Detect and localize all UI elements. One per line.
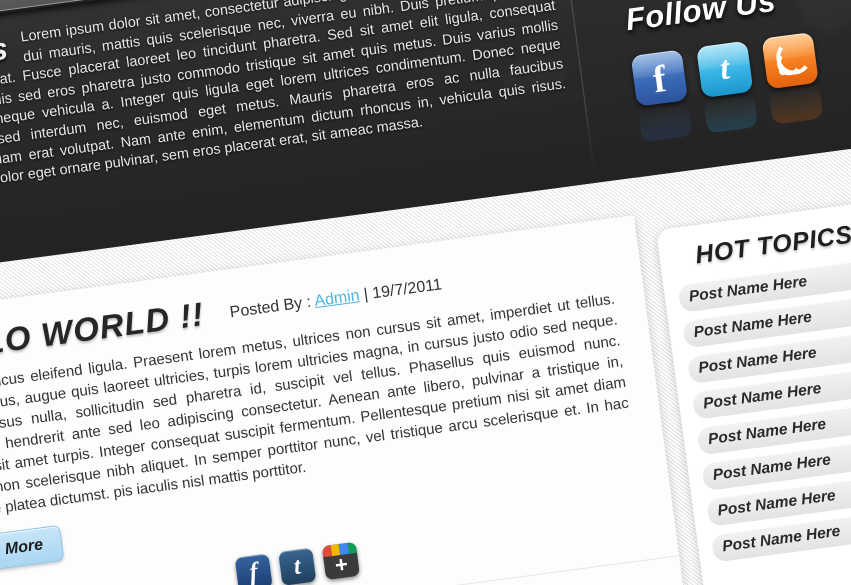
facebook-share-glyph: f	[247, 558, 260, 585]
read-more-button[interactable]: Read More	[0, 524, 65, 577]
facebook-share-icon[interactable]: f	[234, 553, 273, 585]
post-meta-prefix: Posted By :	[228, 293, 316, 322]
twitter-link[interactable]: t	[696, 40, 759, 134]
facebook-reflection	[637, 101, 693, 143]
twitter-reflection	[703, 93, 759, 134]
about-us-text: Lorem ipsum dolor sit amet, consectetur …	[0, 0, 567, 202]
rss-reflection	[768, 84, 824, 125]
post-article: HELLO WORLD !! Posted By : Admin | 19/7/…	[0, 215, 680, 585]
rss-icon	[761, 31, 819, 90]
follow-us-block: Follow Us f t	[624, 0, 851, 143]
facebook-link[interactable]: f	[630, 49, 693, 143]
website-page: Name Home Forums Blogs About Us Contact …	[0, 0, 851, 585]
about-us-block: About Us Lorem ipsum dolor sit amet, con…	[0, 0, 570, 205]
main-column: HELLO WORLD !! Posted By : Admin | 19/7/…	[0, 215, 711, 585]
addthis-plus-glyph: +	[333, 551, 350, 578]
rss-link[interactable]	[761, 31, 824, 125]
post-author-link[interactable]: Admin	[313, 287, 360, 310]
post-date: 19/7/2011	[371, 276, 443, 303]
twitter-glyph: t	[717, 50, 732, 88]
screenshot-stage: Name Home Forums Blogs About Us Contact …	[0, 0, 851, 585]
addthis-share-icon[interactable]: +	[321, 541, 360, 581]
tumblr-share-glyph: t	[292, 552, 303, 580]
hot-topics-sidebar: HOT TOPICS Post Name Here Post Name Here…	[655, 199, 851, 585]
facebook-glyph: f	[650, 57, 669, 101]
facebook-icon: f	[630, 49, 688, 107]
rss-glyph	[773, 37, 813, 77]
tumblr-share-icon[interactable]: t	[278, 547, 317, 585]
twitter-icon: t	[696, 40, 754, 99]
